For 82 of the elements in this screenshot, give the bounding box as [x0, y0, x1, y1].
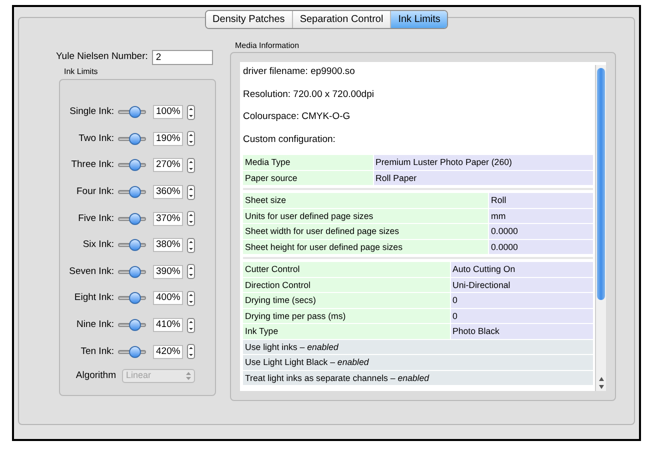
ink-label: Three Ink: [71, 158, 114, 172]
table-cell: 0.0000 [489, 240, 593, 254]
input-field[interactable]: 400% [153, 291, 183, 306]
ink-label: Eight Ink: [74, 291, 114, 306]
ink-label: Two Ink: [78, 132, 114, 146]
stepper-icon[interactable] [187, 184, 195, 200]
table-cell: 0.0000 [489, 224, 593, 238]
input-field[interactable]: 190% [153, 132, 183, 146]
slider-thumb[interactable] [128, 266, 141, 278]
stepper-icon[interactable] [187, 211, 195, 226]
ink-label: Six Ink: [82, 238, 114, 252]
table-cell: Use Light Light Black – enabled [243, 355, 593, 370]
input-field[interactable]: 360% [153, 185, 183, 200]
updown-icon [186, 372, 191, 380]
tab[interactable]: Ink Limits [390, 11, 448, 28]
table-cell: 0 [450, 293, 593, 308]
ink-label: Five Ink: [78, 212, 114, 226]
table-cell: Ink Type [243, 324, 450, 338]
ink-label: Single Ink: [70, 105, 114, 120]
ink-label: Four Ink: [76, 184, 114, 199]
ink-label: Nine Ink: [76, 318, 114, 332]
stepper-icon[interactable] [187, 344, 195, 360]
scrollbar[interactable] [595, 65, 606, 391]
slider-thumb[interactable] [128, 159, 141, 172]
table-cell: Sheet height for user defined page sizes [243, 240, 488, 254]
table-cell: mm [489, 208, 593, 223]
ink-label: Seven Ink: [69, 264, 114, 279]
input-field[interactable]: 2 [152, 50, 213, 65]
group-title: Media Information [235, 40, 300, 52]
table-cell: Cutter Control [243, 262, 450, 276]
slider-thumb[interactable] [128, 106, 141, 118]
stepper-icon[interactable] [187, 318, 195, 333]
input-field[interactable]: 380% [153, 238, 183, 252]
table-cell: Treat light inks as separate channels – enabled [243, 370, 593, 385]
info-text: driver filename: ep9900.so [243, 65, 356, 79]
table-cell: Photo Black [450, 324, 593, 338]
group-title: Ink Limits [64, 66, 99, 78]
slider-thumb[interactable] [128, 319, 141, 332]
input-field[interactable]: 270% [153, 158, 183, 172]
table-cell: Sheet width for user defined page sizes [243, 224, 488, 238]
slider-thumb[interactable] [128, 346, 141, 358]
input-field[interactable]: 410% [153, 318, 183, 332]
slider-thumb[interactable] [128, 239, 141, 252]
input-field[interactable]: 420% [153, 344, 183, 359]
scroll-down-icon[interactable] [598, 385, 604, 389]
table-cell: Roll [489, 193, 593, 208]
field-label: Algorithm [76, 368, 116, 383]
ink-label: Ten Ink: [80, 344, 114, 359]
slider-thumb[interactable] [128, 132, 141, 145]
scroll-up-icon[interactable] [598, 377, 604, 381]
table-cell: Drying time per pass (ms) [243, 308, 450, 323]
scroll-thumb[interactable] [597, 68, 605, 300]
table-cell: Paper source [243, 170, 372, 185]
table-cell: Direction Control [243, 278, 450, 292]
table-cell: Premium Luster Photo Paper (260) [374, 155, 593, 170]
tab[interactable]: Separation Control [292, 11, 390, 28]
tab[interactable]: Density Patches [206, 11, 292, 28]
info-text: Custom configuration: [243, 132, 336, 146]
stepper-icon[interactable] [187, 238, 195, 253]
table-cell: Use light inks – enabled [243, 340, 593, 354]
table-cell: Auto Cutting On [450, 262, 593, 276]
stepper-icon[interactable] [187, 158, 195, 173]
table-cell: Roll Paper [374, 170, 593, 185]
slider-thumb[interactable] [128, 186, 141, 198]
slider-thumb[interactable] [128, 292, 141, 304]
stepper-icon[interactable] [187, 264, 195, 280]
input-field[interactable]: 370% [153, 212, 183, 226]
input-field[interactable]: 100% [153, 105, 183, 120]
table-cell: Drying time (secs) [243, 293, 450, 308]
input-field[interactable]: 390% [153, 264, 183, 279]
table-cell: Media Type [243, 155, 372, 170]
table-cell: Units for user defined page sizes [243, 208, 488, 223]
table-cell: 0 [450, 308, 593, 323]
info-text: Colourspace: CMYK-O-G [243, 110, 352, 124]
field-label: Yule Nielsen Number: [56, 50, 148, 64]
table-cell: Sheet size [243, 193, 488, 208]
stepper-icon[interactable] [187, 290, 195, 306]
info-text: Resolution: 720.00 x 720.00dpi [243, 88, 375, 102]
stepper-icon[interactable] [187, 131, 195, 146]
slider-thumb[interactable] [128, 212, 141, 225]
table-cell: Uni-Directional [450, 278, 593, 292]
stepper-icon[interactable] [187, 104, 195, 120]
